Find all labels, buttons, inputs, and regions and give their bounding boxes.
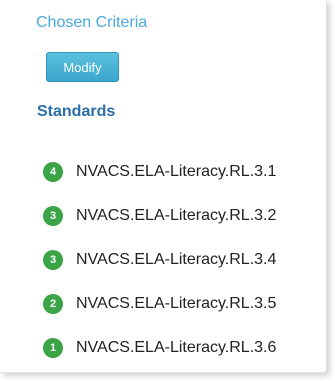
chosen-criteria-title: Chosen Criteria bbox=[36, 14, 148, 31]
standard-count-badge: 3 bbox=[43, 206, 63, 226]
standard-item: 2 NVACS.ELA-Literacy.RL.3.5 bbox=[43, 293, 276, 337]
standards-list: 4 NVACS.ELA-Literacy.RL.3.1 3 NVACS.ELA-… bbox=[43, 161, 276, 381]
modify-button[interactable]: Modify bbox=[46, 52, 119, 82]
standard-label: NVACS.ELA-Literacy.RL.3.5 bbox=[76, 295, 277, 312]
standard-label: NVACS.ELA-Literacy.RL.3.1 bbox=[76, 163, 277, 180]
standard-count-badge: 4 bbox=[43, 162, 63, 182]
standard-count-badge: 1 bbox=[43, 338, 63, 358]
chosen-criteria-panel: Chosen Criteria Modify Standards 4 NVACS… bbox=[0, 0, 327, 373]
standard-item: 4 NVACS.ELA-Literacy.RL.3.1 bbox=[43, 161, 276, 205]
standards-heading: Standards bbox=[37, 103, 116, 120]
standard-label: NVACS.ELA-Literacy.RL.3.4 bbox=[76, 251, 277, 268]
standard-label: NVACS.ELA-Literacy.RL.3.6 bbox=[76, 339, 277, 356]
standard-label: NVACS.ELA-Literacy.RL.3.2 bbox=[76, 207, 277, 224]
standard-item: 1 NVACS.ELA-Literacy.RL.3.6 bbox=[43, 337, 276, 381]
standard-item: 3 NVACS.ELA-Literacy.RL.3.4 bbox=[43, 249, 276, 293]
standard-count-badge: 2 bbox=[43, 294, 63, 314]
standard-count-badge: 3 bbox=[43, 250, 63, 270]
standard-item: 3 NVACS.ELA-Literacy.RL.3.2 bbox=[43, 205, 276, 249]
